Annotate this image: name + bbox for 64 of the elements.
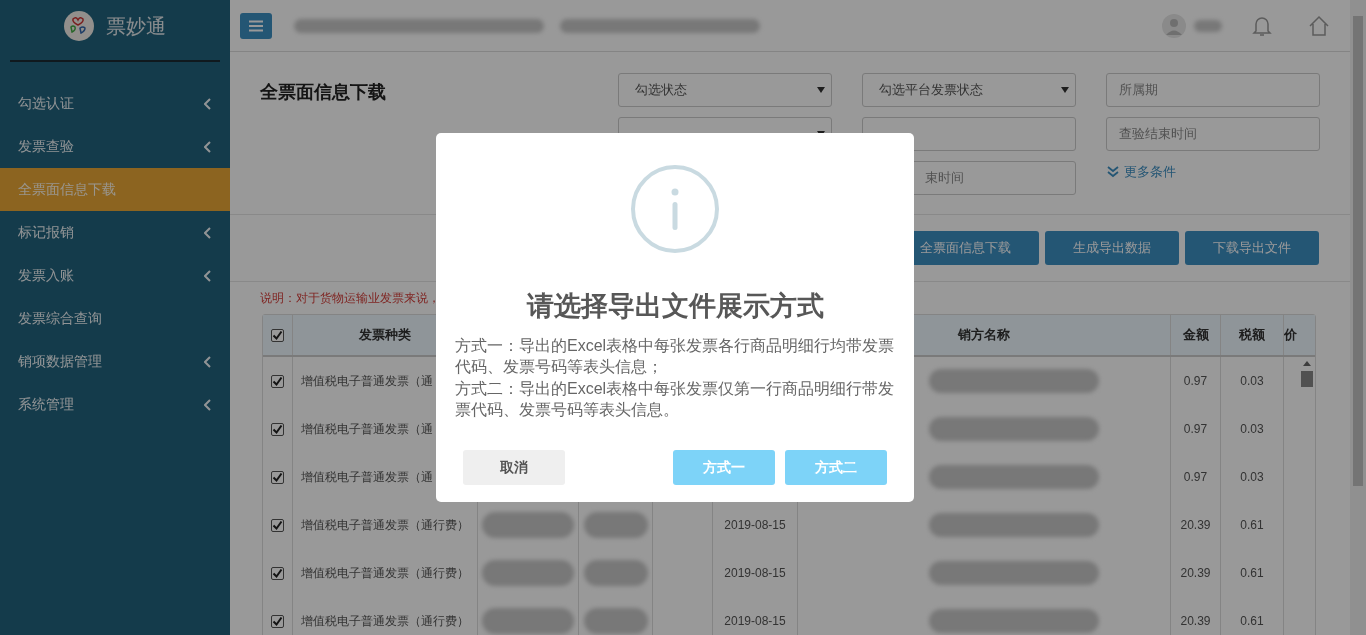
input-field[interactable]: 所属期 xyxy=(1106,73,1320,107)
table-cell-text: 2019-08-15 xyxy=(724,613,786,630)
page-scrollbar[interactable] xyxy=(1350,0,1366,635)
checkbox[interactable] xyxy=(271,328,284,342)
dialog-text: 方式一：导出的Excel表格中每张发票各行商品明细行均带发票代码、发票号码等表头信息； xyxy=(455,335,895,377)
menu-icon xyxy=(249,19,263,32)
table-cell-text: 0.61 xyxy=(1240,517,1264,534)
table-cell-text: 增值税电子普通发票（通行费） xyxy=(301,565,469,582)
column-header: 销方名称 xyxy=(958,326,1010,345)
table-cell-text: 0.97 xyxy=(1183,469,1208,486)
blurred-block xyxy=(583,608,648,634)
column-header: 价 xyxy=(1284,326,1297,345)
dialog-text: 方式二：导出的Excel表格中每张发票仅第一行商品明细行带发票代码、发票号码等表头信息。 xyxy=(455,378,895,420)
table-cell-text: 20.39 xyxy=(1180,565,1211,582)
menu-button[interactable] xyxy=(240,12,272,39)
table-cell-text: 0.97 xyxy=(1183,421,1208,438)
checkbox[interactable] xyxy=(271,374,284,388)
dialog-title: 请选择导出文件展示方式 xyxy=(526,290,824,323)
checkbox[interactable] xyxy=(271,470,284,484)
checkbox[interactable] xyxy=(271,614,284,628)
action-button[interactable]: 下载导出文件 xyxy=(1185,231,1319,265)
table-cell-text: 增值税电子普通发票（通 xyxy=(301,373,433,390)
table-cell-text: 增值税电子普通发票（通 xyxy=(301,469,433,486)
sidebar-item[interactable]: 发票综合查询 xyxy=(0,297,230,340)
checkbox[interactable] xyxy=(271,518,284,532)
action-button[interactable]: 生成导出数据 xyxy=(1045,231,1179,265)
table-cell-text: 增值税电子普通发票（通 xyxy=(301,421,433,438)
sidebar-item[interactable]: 销项数据管理 xyxy=(0,340,230,383)
sidebar-item[interactable]: 发票查验 xyxy=(0,125,230,168)
sidebar-item[interactable]: 发票入账 xyxy=(0,254,230,297)
table-cell-text: 0.03 xyxy=(1240,421,1264,438)
sidebar-item[interactable]: 标记报销 xyxy=(0,211,230,254)
table-cell-text: 2019-08-15 xyxy=(724,517,786,534)
more-conditions-link[interactable]: 更多条件 xyxy=(1106,161,1176,182)
table-cell-text: 0.61 xyxy=(1240,613,1264,630)
page-title: 全票面信息下载 xyxy=(260,81,387,104)
table-cell-text: 增值税电子普通发票（通行费） xyxy=(301,613,469,630)
dialog-button[interactable]: 取消 xyxy=(463,450,565,485)
blurred-block xyxy=(583,560,648,586)
logo-text: 票妙通 xyxy=(106,14,166,39)
column-header: 税额 xyxy=(1239,326,1265,345)
table-cell-text: 20.39 xyxy=(1180,517,1211,534)
column-header: 金额 xyxy=(1182,326,1209,345)
table-cell-text: 0.03 xyxy=(1240,469,1264,486)
table-cell-text: 0.61 xyxy=(1240,565,1264,582)
sidebar-item[interactable]: 勾选认证 xyxy=(0,82,230,125)
column-header: 发票种类 xyxy=(359,326,411,345)
logo-icon xyxy=(64,11,94,41)
table-cell-text: 增值税电子普通发票（通行费） xyxy=(301,517,469,534)
note-text: 说明：对于货物运输业发票来说， xyxy=(260,290,440,306)
table-cell-text: 20.39 xyxy=(1180,613,1211,630)
table-cell-text: 0.97 xyxy=(1183,373,1208,390)
input-field[interactable]: 查验结束时间 xyxy=(1106,117,1320,151)
blurred-block xyxy=(583,512,648,538)
table-cell-text: 2019-08-15 xyxy=(724,565,786,582)
checkbox[interactable] xyxy=(271,566,284,580)
select-field[interactable]: 勾选平台发票状态 xyxy=(862,73,1076,107)
select-field[interactable]: 勾选状态 xyxy=(618,73,832,107)
blurred-block xyxy=(1194,19,1222,32)
checkbox[interactable] xyxy=(271,422,284,436)
table-cell-text: 0.03 xyxy=(1240,373,1264,390)
double-chevron-down-icon xyxy=(1106,165,1120,178)
sidebar-item[interactable]: 系统管理 xyxy=(0,383,230,426)
info-icon xyxy=(630,164,720,254)
